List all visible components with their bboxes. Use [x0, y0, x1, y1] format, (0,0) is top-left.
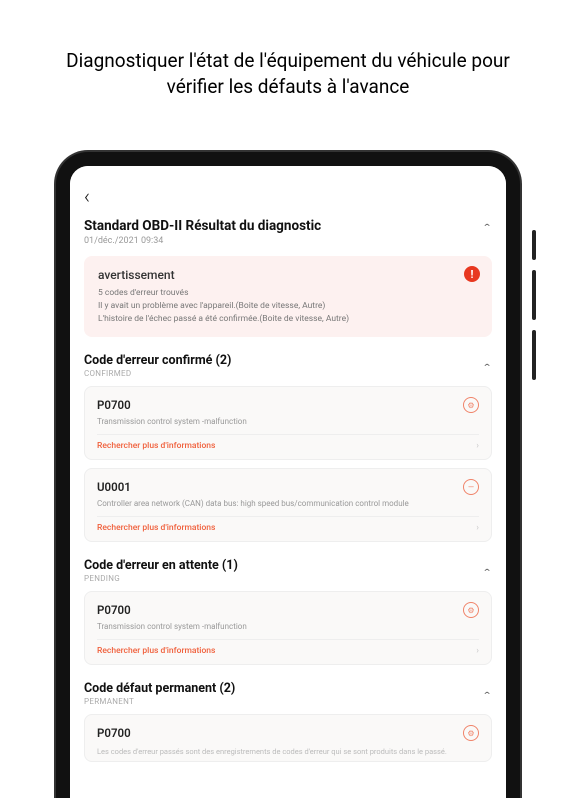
tablet-frame: ‹ Standard OBD-II Résultat du diagnostic… [56, 152, 520, 798]
more-info-link[interactable]: Rechercher plus d'informations › [97, 434, 479, 451]
code-id: P0700 [97, 398, 131, 412]
section-title: Code d'erreur confirmé (2) [84, 353, 231, 368]
chevron-right-icon: › [476, 523, 479, 533]
warning-line: 5 codes d'erreur trouvés [98, 287, 478, 300]
footnote: Les codes d'erreur passés sont des enreg… [97, 747, 479, 757]
section-header-pending[interactable]: Code d'erreur en attente (1) PENDING ⌃ [84, 558, 492, 583]
section-tag: PERMANENT [84, 697, 235, 706]
code-id: P0700 [97, 603, 131, 617]
link-label: Rechercher plus d'informations [97, 523, 215, 533]
chevron-right-icon: › [476, 441, 479, 451]
chevron-up-icon[interactable]: ⌃ [482, 690, 492, 700]
link-label: Rechercher plus d'informations [97, 441, 215, 451]
section-permanent: Code défaut permanent (2) PERMANENT ⌃ P0… [84, 681, 492, 762]
code-card-u0001[interactable]: U0001 — Controller area network (CAN) da… [84, 468, 492, 542]
chevron-up-icon[interactable]: ⌃ [482, 222, 492, 232]
warning-title: avertissement [98, 268, 478, 282]
app-screen: ‹ Standard OBD-II Résultat du diagnostic… [70, 166, 506, 798]
chevron-up-icon[interactable]: ⌃ [482, 362, 492, 372]
dash-icon: — [463, 479, 479, 495]
code-id: U0001 [97, 480, 131, 494]
code-card-p0700-permanent[interactable]: P0700 ⚙ Les codes d'erreur passés sont d… [84, 714, 492, 762]
device-volume-down [532, 330, 536, 380]
more-info-link[interactable]: Rechercher plus d'informations › [97, 639, 479, 656]
section-title: Code défaut permanent (2) [84, 681, 235, 696]
code-card-p0700-pending[interactable]: P0700 ⚙ Transmission control system -mal… [84, 591, 492, 665]
gear-icon: ⚙ [463, 725, 479, 741]
code-description: Transmission control system -malfunction [97, 622, 479, 631]
code-description: Controller area network (CAN) data bus: … [97, 499, 479, 508]
chevron-right-icon: › [476, 646, 479, 656]
section-tag: CONFIRMED [84, 369, 231, 378]
code-description: Transmission control system -malfunction [97, 417, 479, 426]
device-power-button [532, 230, 536, 260]
main-header[interactable]: Standard OBD-II Résultat du diagnostic 0… [84, 218, 492, 246]
more-info-link[interactable]: Rechercher plus d'informations › [97, 516, 479, 533]
section-pending: Code d'erreur en attente (1) PENDING ⌃ P… [84, 558, 492, 665]
section-header-permanent[interactable]: Code défaut permanent (2) PERMANENT ⌃ [84, 681, 492, 706]
warning-line: L'histoire de l'échec passé a été confir… [98, 313, 478, 326]
section-title: Code d'erreur en attente (1) [84, 558, 238, 573]
back-button[interactable]: ‹ [84, 184, 492, 208]
section-header-confirmed[interactable]: Code d'erreur confirmé (2) CONFIRMED ⌃ [84, 353, 492, 378]
section-confirmed: Code d'erreur confirmé (2) CONFIRMED ⌃ P… [84, 353, 492, 542]
page-headline: Diagnostiquer l'état de l'équipement du … [0, 0, 576, 129]
link-label: Rechercher plus d'informations [97, 646, 215, 656]
device-volume-up [532, 270, 536, 320]
code-card-p0700[interactable]: P0700 ⚙ Transmission control system -mal… [84, 386, 492, 460]
gear-icon: ⚙ [463, 602, 479, 618]
alert-icon: ! [464, 266, 480, 282]
code-id: P0700 [97, 726, 131, 740]
gear-icon: ⚙ [463, 397, 479, 413]
section-tag: PENDING [84, 574, 238, 583]
warning-line: Il y avait un problème avec l'appareil.(… [98, 300, 478, 313]
warning-card: ! avertissement 5 codes d'erreur trouvés… [84, 256, 492, 337]
chevron-up-icon[interactable]: ⌃ [482, 567, 492, 577]
page-date: 01/déc./2021 09:34 [84, 236, 321, 246]
page-title: Standard OBD-II Résultat du diagnostic [84, 218, 321, 234]
